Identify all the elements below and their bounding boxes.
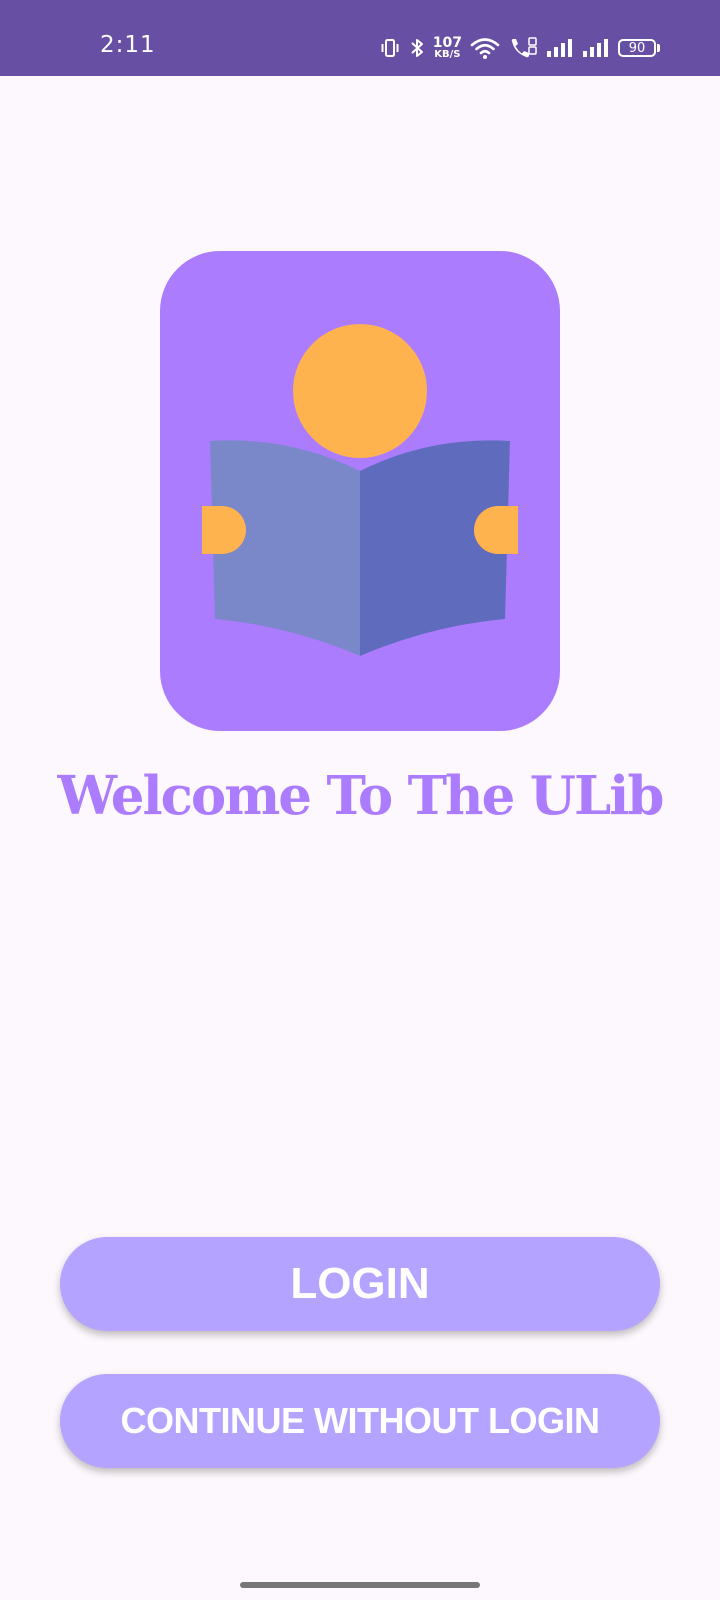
status-bar: 2:11 107 KB/S 90 (0, 0, 720, 76)
status-time: 2:11 (100, 32, 156, 58)
bluetooth-icon (409, 37, 425, 59)
volte-call-icon (508, 36, 538, 60)
app-logo (160, 251, 560, 731)
battery-level: 90 (618, 39, 656, 57)
network-speed-unit: KB/S (434, 48, 461, 60)
status-icons: 107 KB/S 90 (379, 30, 660, 66)
vibrate-icon (379, 37, 401, 59)
continue-without-login-button[interactable]: CONTINUE WITHOUT LOGIN (60, 1374, 660, 1468)
logo-head (293, 324, 427, 458)
welcome-title: Welcome To The ULib (57, 765, 665, 827)
network-speed: 107 KB/S (432, 34, 462, 60)
network-speed-value: 107 (432, 34, 462, 51)
wifi-icon (470, 36, 500, 60)
gesture-navigation-bar[interactable] (240, 1582, 480, 1588)
reading-person-icon (160, 251, 560, 731)
signal-icon (582, 37, 610, 59)
battery-icon: 90 (618, 39, 660, 57)
signal-icon (546, 37, 574, 59)
login-button[interactable]: LOGIN (60, 1237, 660, 1331)
